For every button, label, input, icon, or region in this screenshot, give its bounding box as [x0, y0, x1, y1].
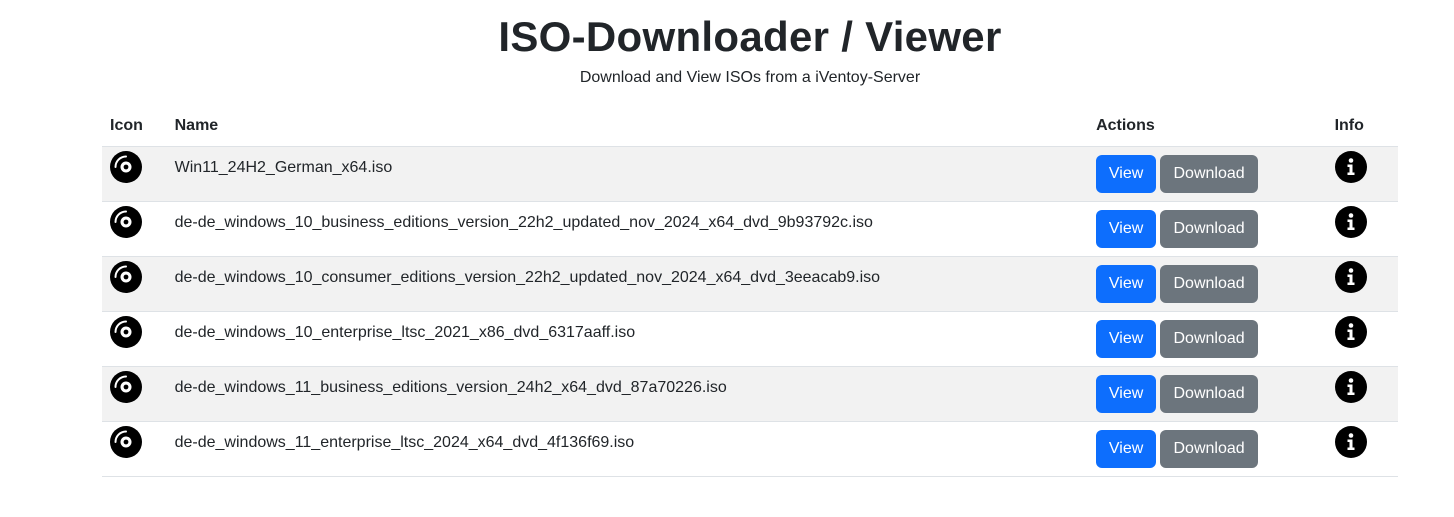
table-row: de-de_windows_10_business_editions_versi… [102, 201, 1398, 257]
table-row: de-de_windows_10_enterprise_ltsc_2021_x8… [102, 311, 1398, 367]
name-cell: de-de_windows_11_business_editions_versi… [166, 366, 1089, 422]
column-header-info: Info [1326, 106, 1398, 147]
view-button[interactable]: View [1096, 430, 1157, 468]
info-cell [1326, 366, 1398, 422]
actions-group: View Download [1096, 210, 1319, 248]
download-button[interactable]: Download [1160, 265, 1259, 303]
icon-cell [102, 256, 167, 312]
info-cell [1326, 311, 1398, 367]
icon-cell [102, 201, 167, 257]
icon-cell [102, 366, 167, 422]
actions-cell: View Download [1088, 201, 1327, 257]
actions-group: View Download [1096, 155, 1319, 193]
info-cell [1326, 256, 1398, 312]
download-button[interactable]: Download [1160, 430, 1259, 468]
column-header-actions: Actions [1088, 106, 1327, 147]
icon-cell [102, 311, 167, 367]
name-cell: de-de_windows_10_business_editions_versi… [166, 201, 1089, 257]
info-cell [1326, 146, 1398, 202]
download-button[interactable]: Download [1160, 210, 1259, 248]
info-cell [1326, 201, 1398, 257]
table-row: de-de_windows_10_consumer_editions_versi… [102, 256, 1398, 312]
actions-group: View Download [1096, 265, 1319, 303]
disc-icon [110, 371, 142, 403]
view-button[interactable]: View [1096, 265, 1157, 303]
disc-icon [110, 206, 142, 238]
iso-filename: de-de_windows_11_enterprise_ltsc_2024_x6… [174, 434, 635, 451]
actions-cell: View Download [1088, 366, 1327, 422]
page-subtitle: Download and View ISOs from a iVentoy-Se… [579, 69, 921, 86]
download-button[interactable]: Download [1160, 320, 1259, 358]
iso-filename: Win11_24H2_German_x64.iso [174, 159, 393, 176]
iso-filename: de-de_windows_11_business_editions_versi… [174, 379, 727, 396]
table-row: Win11_24H2_German_x64.iso View Download [102, 146, 1398, 202]
view-button[interactable]: View [1096, 155, 1157, 193]
actions-group: View Download [1096, 320, 1319, 358]
table-header-row: Icon Name Actions Info [102, 106, 1398, 147]
download-button[interactable]: Download [1160, 155, 1259, 193]
column-header-icon: Icon [102, 106, 167, 147]
info-icon[interactable] [1334, 261, 1367, 293]
header: ISO-Downloader / Viewer Download and Vie… [0, 0, 1454, 87]
icon-cell [102, 146, 167, 202]
actions-cell: View Download [1088, 311, 1327, 367]
info-icon[interactable] [1334, 316, 1367, 348]
info-icon[interactable] [1334, 206, 1367, 238]
disc-icon [110, 151, 142, 183]
iso-table: Icon Name Actions Info Win11_24H2_German… [102, 106, 1398, 477]
disc-icon [110, 261, 142, 293]
disc-icon [110, 426, 142, 458]
info-icon[interactable] [1334, 371, 1367, 403]
download-button[interactable]: Download [1160, 375, 1259, 413]
name-cell: de-de_windows_11_enterprise_ltsc_2024_x6… [166, 421, 1089, 477]
info-icon[interactable] [1334, 151, 1367, 183]
icon-cell [102, 421, 167, 477]
iso-filename: de-de_windows_10_consumer_editions_versi… [174, 269, 881, 286]
view-button[interactable]: View [1096, 375, 1157, 413]
table-row: de-de_windows_11_business_editions_versi… [102, 366, 1398, 422]
actions-group: View Download [1096, 430, 1319, 468]
iso-filename: de-de_windows_10_enterprise_ltsc_2021_x8… [174, 324, 636, 341]
page-title: ISO-Downloader / Viewer [498, 13, 1002, 60]
info-cell [1326, 421, 1398, 477]
name-cell: Win11_24H2_German_x64.iso [166, 146, 1089, 202]
info-icon[interactable] [1334, 426, 1367, 458]
table-body: Win11_24H2_German_x64.iso View Download [102, 146, 1398, 477]
actions-cell: View Download [1088, 256, 1327, 312]
actions-group: View Download [1096, 375, 1319, 413]
name-cell: de-de_windows_10_consumer_editions_versi… [166, 256, 1089, 312]
view-button[interactable]: View [1096, 210, 1157, 248]
view-button[interactable]: View [1096, 320, 1157, 358]
iso-filename: de-de_windows_10_business_editions_versi… [174, 214, 873, 231]
table-row: de-de_windows_11_enterprise_ltsc_2024_x6… [102, 421, 1398, 477]
table-header: Icon Name Actions Info [102, 106, 1398, 147]
name-cell: de-de_windows_10_enterprise_ltsc_2021_x8… [166, 311, 1089, 367]
column-header-name: Name [166, 106, 1089, 147]
actions-cell: View Download [1088, 421, 1327, 477]
actions-cell: View Download [1088, 146, 1327, 202]
disc-icon [110, 316, 142, 348]
page: ISO-Downloader / Viewer Download and Vie… [0, 0, 1454, 517]
